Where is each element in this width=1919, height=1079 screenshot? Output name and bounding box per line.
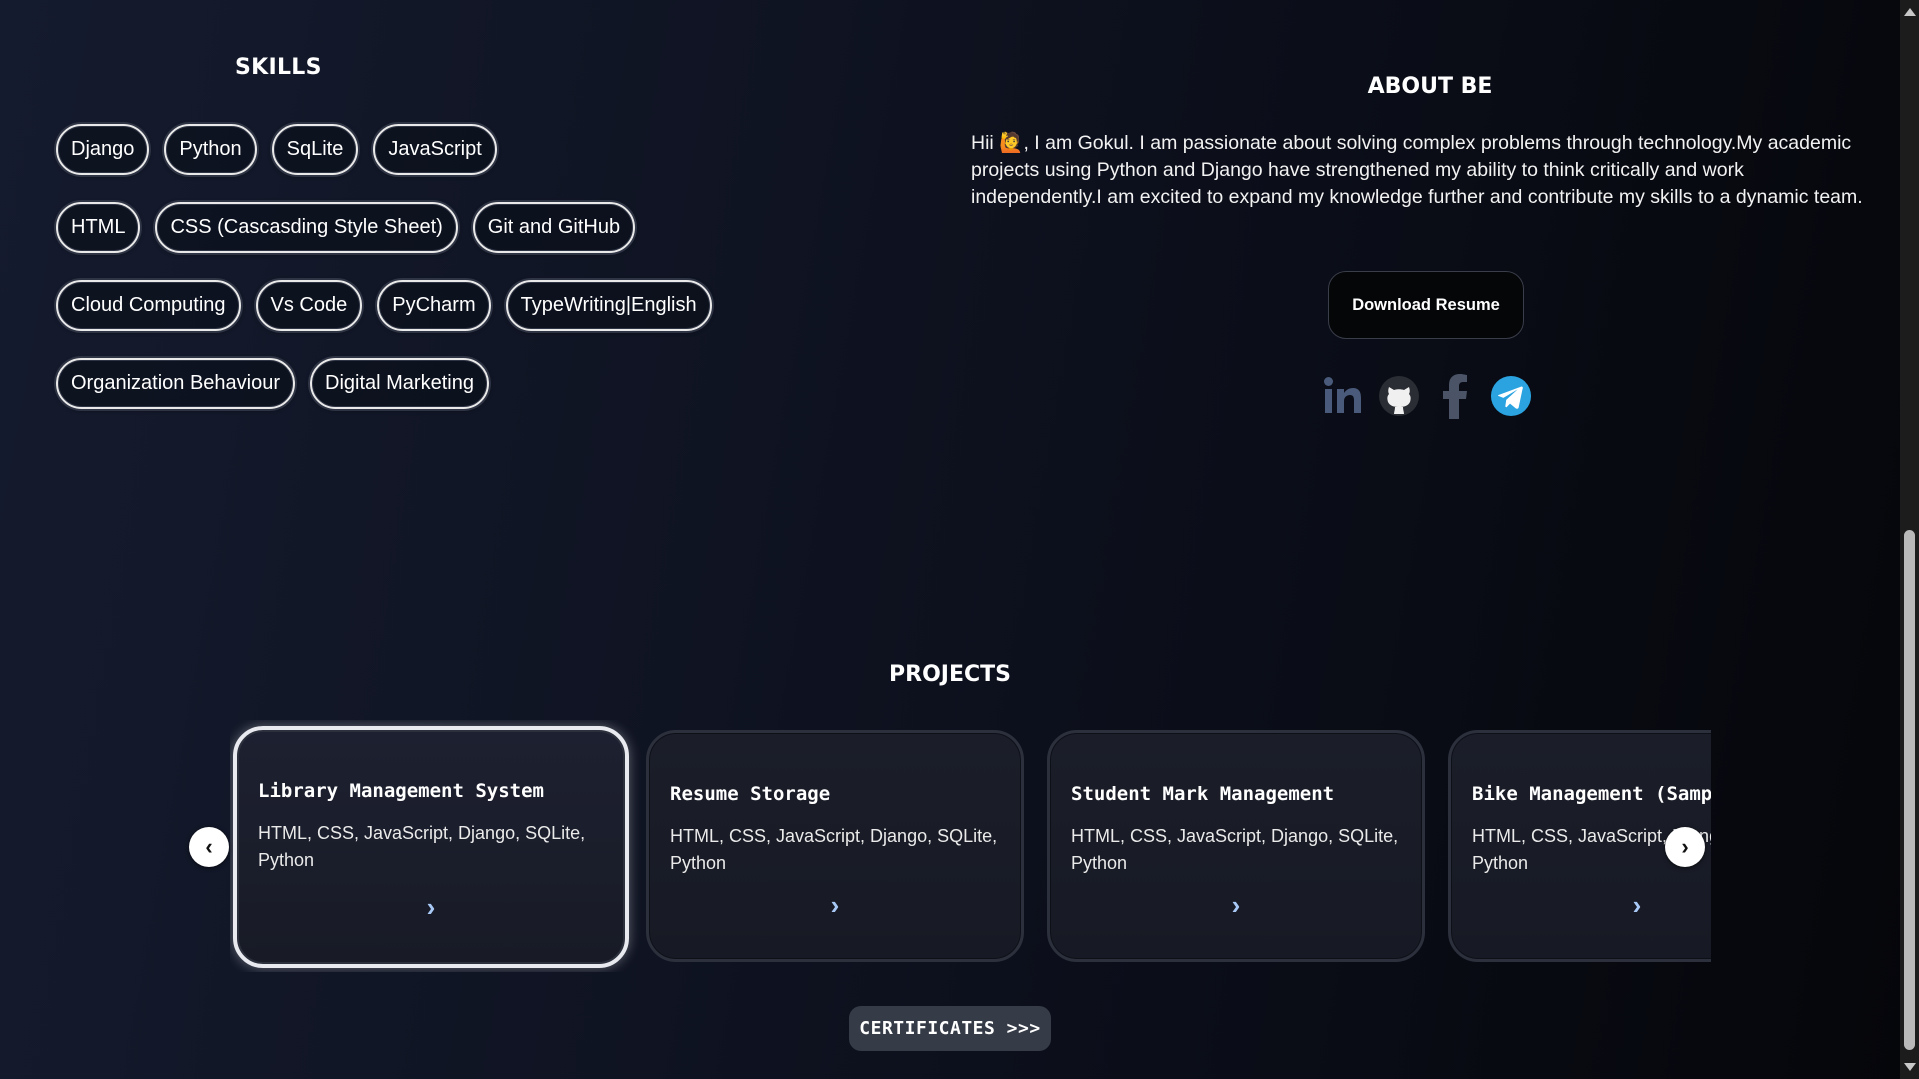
page-scrollbar[interactable] xyxy=(1900,0,1919,1079)
project-tech: HTML, CSS, JavaScript, Django, SQLite, P… xyxy=(258,823,586,870)
skill-chip: Cloud Computing xyxy=(56,280,241,331)
github-icon[interactable] xyxy=(1378,372,1420,420)
chevron-right-icon[interactable]: › xyxy=(1050,890,1422,921)
project-tech: HTML, CSS, JavaScript, Django, SQLite, P… xyxy=(670,826,998,873)
skill-chip: Django xyxy=(56,124,150,175)
skills-row-4: Organization Behaviour Digital Marketing xyxy=(56,358,489,409)
scroll-up-arrow-icon[interactable] xyxy=(1904,8,1916,16)
skill-chip: TypeWriting|English xyxy=(505,280,712,331)
skill-chip: JavaScript xyxy=(373,124,497,175)
skills-row-3: Cloud Computing Vs Code PyCharm TypeWrit… xyxy=(56,280,712,331)
chevron-right-icon[interactable]: › xyxy=(237,892,625,923)
project-card[interactable]: Library Management System HTML, CSS, Jav… xyxy=(233,726,629,968)
project-tech: HTML, CSS, JavaScript, Django, SQLite, P… xyxy=(1071,826,1399,873)
project-title: Student Mark Management xyxy=(1071,783,1335,805)
social-links xyxy=(1322,372,1532,420)
skill-chip: SqLite xyxy=(271,124,359,175)
download-resume-button[interactable]: Download Resume xyxy=(1328,271,1524,339)
project-card[interactable]: Student Mark Management HTML, CSS, JavaS… xyxy=(1047,730,1425,962)
facebook-icon[interactable] xyxy=(1434,372,1476,420)
projects-title: PROJECTS xyxy=(889,662,1011,687)
portfolio-page: SKILLS Django Python SqLite JavaScript H… xyxy=(0,0,1900,1079)
skills-row-2: HTML CSS (Cascasding Style Sheet) Git an… xyxy=(56,202,636,253)
scrollbar-thumb[interactable] xyxy=(1904,530,1915,1050)
about-title: ABOUT BE xyxy=(1367,74,1493,99)
skill-chip: Python xyxy=(164,124,257,175)
certificates-button[interactable]: CERTIFICATES >>> xyxy=(849,1006,1051,1051)
chevron-right-icon[interactable]: › xyxy=(1451,890,1711,921)
project-card[interactable]: Resume Storage HTML, CSS, JavaScript, Dj… xyxy=(646,730,1024,962)
about-text: Hii 🙋, I am Gokul. I am passionate about… xyxy=(971,132,1863,208)
skill-chip: CSS (Cascasding Style Sheet) xyxy=(155,202,458,253)
skills-row-1: Django Python SqLite JavaScript xyxy=(56,124,497,175)
projects-carousel: Library Management System HTML, CSS, Jav… xyxy=(230,720,1711,972)
skill-chip: PyCharm xyxy=(377,280,491,331)
scroll-down-arrow-icon[interactable] xyxy=(1904,1063,1916,1071)
project-title: Bike Management (Sample) xyxy=(1472,783,1711,805)
skill-chip: Organization Behaviour xyxy=(56,358,296,409)
project-title: Library Management System xyxy=(258,780,544,802)
skill-chip: HTML xyxy=(56,202,141,253)
chevron-right-icon[interactable]: › xyxy=(649,890,1021,921)
carousel-next-button[interactable]: › xyxy=(1665,827,1705,867)
skill-chip: Digital Marketing xyxy=(310,358,489,409)
telegram-icon[interactable] xyxy=(1490,372,1532,420)
skill-chip: Vs Code xyxy=(255,280,363,331)
project-title: Resume Storage xyxy=(670,783,831,805)
skill-chip: Git and GitHub xyxy=(472,202,636,253)
skills-title: SKILLS xyxy=(235,55,322,80)
carousel-prev-button[interactable]: ‹ xyxy=(189,827,229,867)
linkedin-icon[interactable] xyxy=(1322,372,1364,420)
